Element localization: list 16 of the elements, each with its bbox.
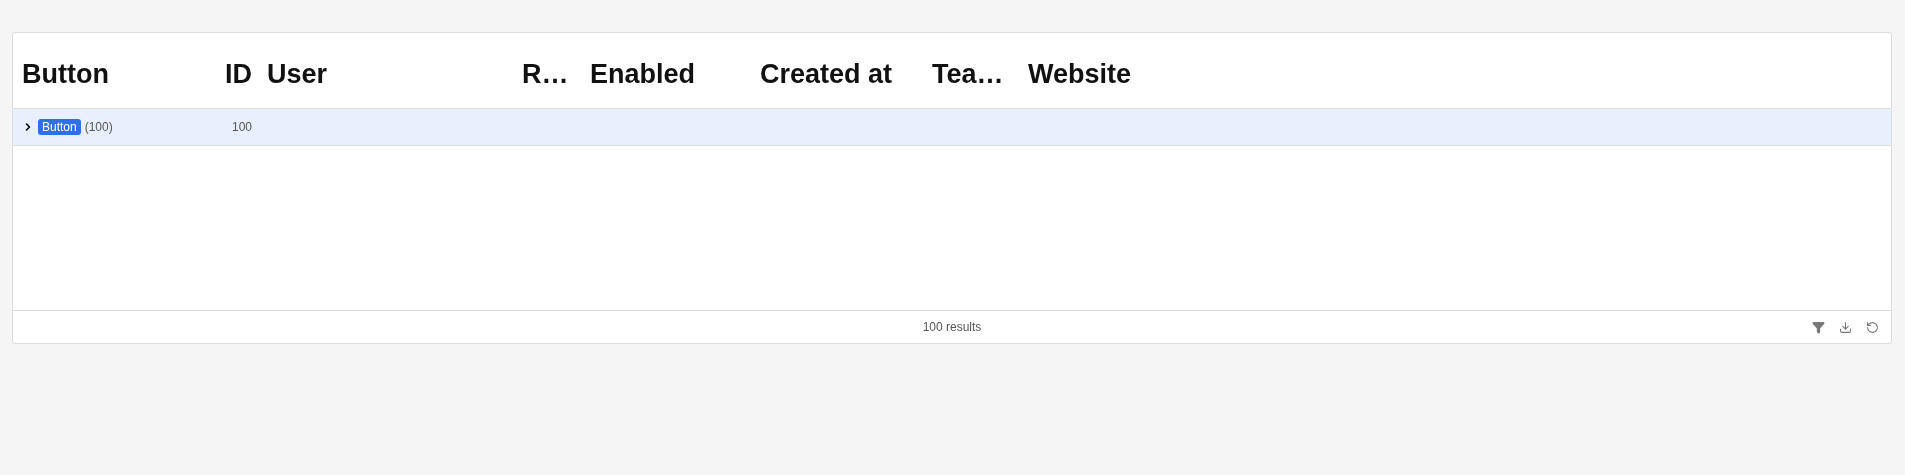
column-header[interactable]: ID xyxy=(225,59,252,90)
column-header[interactable]: Website xyxy=(1028,59,1132,90)
group-tag: Button xyxy=(38,119,81,135)
reset-icon[interactable] xyxy=(1866,320,1879,334)
column-header[interactable]: R… xyxy=(522,59,569,90)
column-header[interactable]: Enabled xyxy=(590,59,696,90)
column-header[interactable]: User xyxy=(267,59,328,90)
download-icon[interactable] xyxy=(1839,320,1852,334)
group-row[interactable]: Button (100) 100 xyxy=(13,109,1891,146)
column-header[interactable]: Created at xyxy=(760,59,893,90)
filter-icon[interactable] xyxy=(1812,320,1825,334)
results-count: 100 results xyxy=(922,320,982,334)
column-header[interactable]: Tea… xyxy=(932,59,1004,90)
column-header[interactable]: Button xyxy=(22,59,109,90)
group-count: (100) xyxy=(84,120,113,134)
table-cell: 100 xyxy=(231,120,252,134)
